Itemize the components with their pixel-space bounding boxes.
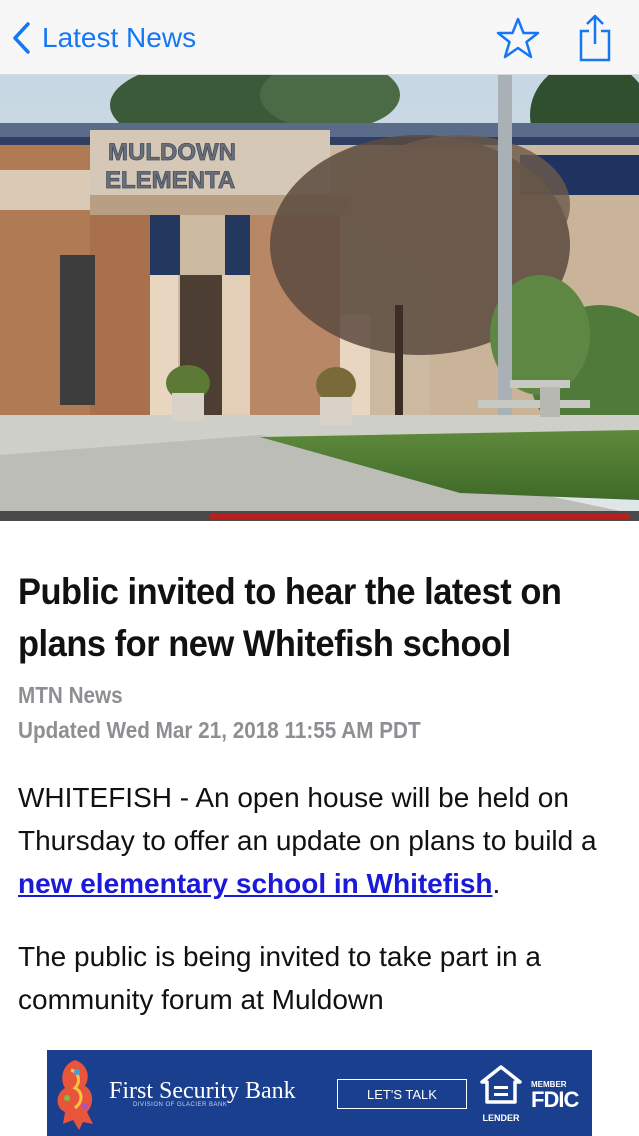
favorite-button[interactable] xyxy=(493,12,543,64)
bank-name-block: First Security Bank DIVISION OF GLACIER … xyxy=(105,1078,296,1108)
chevron-left-icon xyxy=(13,22,30,54)
article-hero-image: MULDOWN ELEMENTA xyxy=(0,75,639,521)
fdic-label: FDIC xyxy=(531,1087,579,1112)
article-headline: Public invited to hear the latest on pla… xyxy=(18,571,562,664)
article-body: Public invited to hear the latest on pla… xyxy=(18,566,628,1021)
lets-talk-button[interactable]: LET'S TALK xyxy=(337,1079,467,1109)
article-paragraph-1: WHITEFISH - An open house will be held o… xyxy=(18,776,618,905)
back-button-label: Latest News xyxy=(42,22,197,53)
paragraph-1-end: . xyxy=(492,868,501,899)
share-icon xyxy=(579,14,611,62)
navigation-bar: Latest News xyxy=(0,0,639,75)
bank-logo-icon xyxy=(57,1060,93,1130)
school-building-photo: MULDOWN ELEMENTA xyxy=(0,75,639,521)
sign-line-1: MULDOWN xyxy=(108,139,236,166)
article-paragraph-2: The public is being invited to take part… xyxy=(18,941,541,1015)
back-button[interactable]: Latest News xyxy=(10,18,196,58)
fdic-badge: MEMBER FDIC xyxy=(531,1080,579,1112)
new-school-link[interactable]: new elementary school in Whitefish xyxy=(18,868,493,899)
equal-housing-icon xyxy=(480,1065,522,1104)
sign-line-2: ELEMENTA xyxy=(105,167,235,194)
banner-ad[interactable]: First Security Bank DIVISION OF GLACIER … xyxy=(47,1050,592,1136)
equal-housing-lender-badge: LENDER xyxy=(479,1064,523,1123)
bank-name: First Security Bank xyxy=(109,1078,296,1104)
paragraph-1-text: WHITEFISH - An open house will be held o… xyxy=(18,782,597,856)
share-button[interactable] xyxy=(570,12,620,64)
lender-label: LENDER xyxy=(482,1113,520,1123)
article-source: MTN News xyxy=(18,682,123,708)
star-icon xyxy=(496,17,540,59)
article-timestamp: Updated Wed Mar 21, 2018 11:55 AM PDT xyxy=(18,717,421,743)
